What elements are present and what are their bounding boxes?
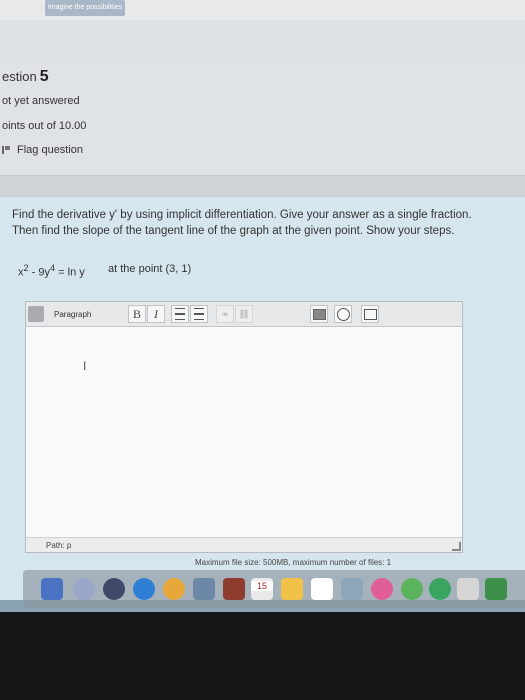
smiley-icon <box>336 307 350 321</box>
macos-dock: 15 <box>23 570 525 608</box>
banner-band <box>0 20 525 34</box>
question-info-panel: estion 5 ot yet answered oints out of 10.… <box>0 60 525 176</box>
text-cursor-icon: I <box>83 359 87 373</box>
answer-editor: Paragraph ▼ B I ∞ ⛓ <box>25 301 463 553</box>
flag-question-label: Flag question <box>17 144 84 156</box>
calendar-day: 15 <box>251 581 273 591</box>
editor-resize-handle[interactable] <box>452 542 461 551</box>
mail-icon[interactable] <box>193 578 215 600</box>
bullet-list-button[interactable] <box>171 305 189 323</box>
points-label: oints out of 10.00 <box>2 120 87 132</box>
editor-path-bar: Path: p <box>26 537 462 552</box>
banner-logo: Imagine the possibilities <box>45 0 125 16</box>
reminders-icon[interactable] <box>311 578 333 600</box>
photos-icon[interactable] <box>371 578 393 600</box>
bullet-list-icon <box>175 306 185 323</box>
insert-image-button[interactable] <box>310 305 328 323</box>
question-number: 5 <box>39 68 49 85</box>
numbered-list-button[interactable] <box>190 305 208 323</box>
numbered-list-icon <box>194 306 204 323</box>
image-icon <box>312 308 326 320</box>
calendar-icon[interactable]: 15 <box>251 578 273 600</box>
launchpad-icon[interactable] <box>103 578 125 600</box>
question-prompt: Find the derivative y' by using implicit… <box>12 209 472 237</box>
answer-status: ot yet answered <box>2 95 80 107</box>
contacts-icon[interactable] <box>223 578 245 600</box>
textedit-icon[interactable] <box>457 578 479 600</box>
question-panel: Find the derivative y' by using implicit… <box>0 196 525 601</box>
editor-toolbar: Paragraph ▼ B I ∞ ⛓ <box>26 302 462 327</box>
question-equation: x2 - 9y4 = ln y <box>18 263 85 279</box>
question-point: at the point (3, 1) <box>108 263 192 275</box>
insert-media-button[interactable] <box>361 305 379 323</box>
question-label: estion 5 <box>2 68 49 85</box>
insert-emoticon-button[interactable] <box>334 305 352 323</box>
max-file-size-note: Maximum file size: 500MB, maximum number… <box>195 558 392 567</box>
notes-icon[interactable] <box>281 578 303 600</box>
bold-button[interactable]: B <box>128 305 146 323</box>
facetime-icon[interactable] <box>429 578 451 600</box>
siri-icon[interactable] <box>73 578 95 600</box>
link-button[interactable]: ∞ <box>216 305 234 323</box>
chrome-icon[interactable] <box>163 578 185 600</box>
top-banner: Imagine the possibilities <box>0 0 525 35</box>
flag-question-link[interactable]: Flag question <box>2 144 83 156</box>
safari-icon[interactable] <box>133 578 155 600</box>
unlink-icon: ⛓ <box>238 308 250 319</box>
maps-icon[interactable] <box>341 578 363 600</box>
finder-icon[interactable] <box>41 578 63 600</box>
monitor-bezel <box>0 612 525 700</box>
format-select-value: Paragraph <box>54 309 92 319</box>
messages-icon[interactable] <box>401 578 423 600</box>
unlink-button[interactable]: ⛓ <box>235 305 253 323</box>
numbers-icon[interactable] <box>485 578 507 600</box>
editor-content-area[interactable]: I <box>26 327 462 537</box>
toolbar-toggle-button[interactable] <box>28 306 44 322</box>
flag-icon <box>2 146 12 154</box>
link-icon: ∞ <box>221 309 229 319</box>
italic-button[interactable]: I <box>147 305 165 323</box>
page-gap <box>0 34 525 61</box>
media-icon <box>363 308 377 320</box>
